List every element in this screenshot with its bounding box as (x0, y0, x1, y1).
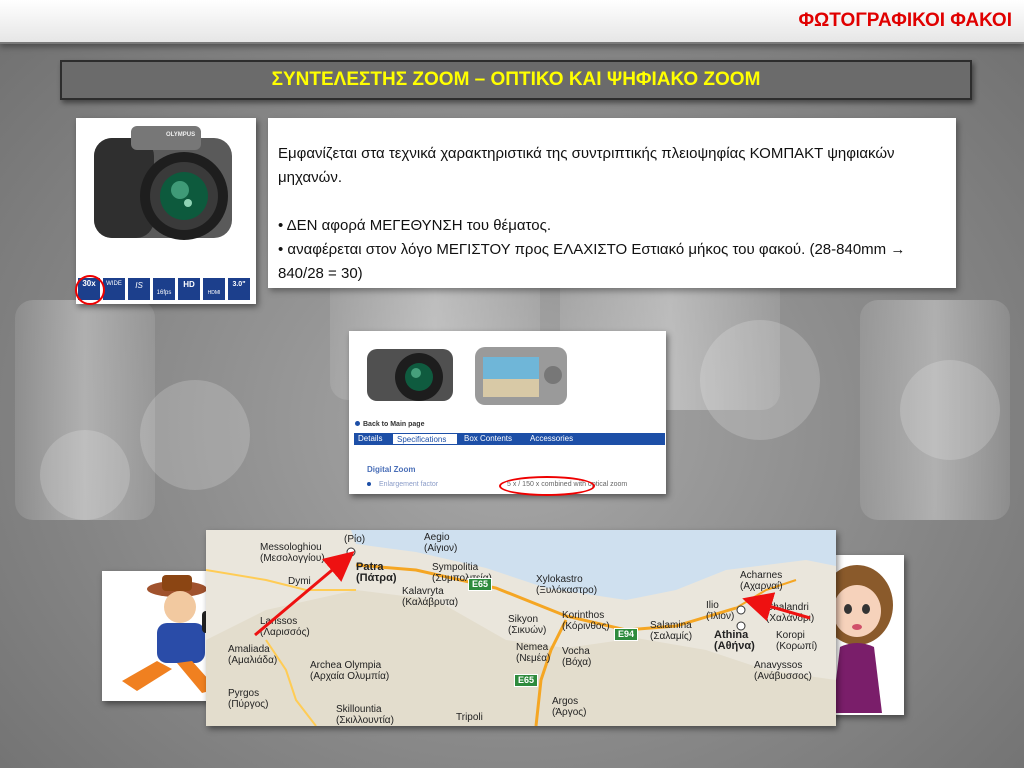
camera-photo: OLYMPUS 30x WIDE IS 16fps HD HDMI 3.0" (75, 118, 256, 305)
map-label-kalavryta: Kalavryta (Καλάβρυτα) (402, 586, 459, 608)
map-label-koropi: Koropi (Κορωπί) (776, 630, 818, 652)
camera-back-illustration (475, 347, 567, 405)
road-shield-e65-south: E65 (514, 674, 539, 687)
bullet-dot-icon (367, 482, 371, 486)
map-label-chalandri: Chalandri (Χαλάνδρι) (766, 602, 815, 624)
map-label-skillountia: Skillountia (Σκιλλουντία) (336, 704, 394, 726)
tab-accessories[interactable]: Accessories (526, 433, 586, 445)
spec-row-label: Enlargement factor (379, 481, 439, 488)
map-label-argos: Argos (Άργος) (552, 696, 587, 718)
map-label-amaliada: Amaliada (Αμαλιάδα) (228, 644, 278, 666)
map-label-nemea: Nemea (Νεμέα) (516, 642, 551, 664)
image-stabilizer-icon: IS (128, 278, 150, 300)
feature-icon-row: 30x WIDE IS 16fps HD HDMI 3.0" (75, 275, 254, 305)
deck-title: ΦΩΤΟΓΡΑΦΙΚΟΙ ΦΑΚΟΙ (798, 10, 1012, 31)
camera-brand: OLYMPUS (166, 132, 196, 138)
value-highlight-ellipse (499, 476, 595, 496)
wide-angle-icon: WIDE (103, 278, 125, 300)
lcd-size-icon: 3.0" (228, 278, 250, 300)
spec-section-title: Digital Zoom (367, 465, 416, 474)
road-shield-e94: E94 (614, 628, 639, 641)
map-label-korinthos: Korinthos (Κόρινθος) (562, 610, 610, 632)
back-to-main-link[interactable]: Back to Main page (355, 421, 424, 428)
hd-movie-icon: HD (178, 278, 200, 300)
bullet-dot-icon (355, 421, 360, 426)
slide-heading: ΣΥΝΤΕΛΕΣΤΗΣ ZOOM – ΟΠΤΙΚΟ ΚΑΙ ΨΗΦΙΑΚΟ ZO… (271, 69, 761, 90)
map-label-archea-olympia: Archea Olympia (Αρχαία Ολυμπία) (310, 660, 390, 682)
tab-details[interactable]: Details (354, 433, 392, 445)
bullet-focal-ratio: • αναφέρεται στον λόγο ΜΕΓΙΣΤΟΥ προς ΕΛΑ… (278, 241, 906, 282)
map-label-aegio: Aegio (Αίγιον) (424, 532, 458, 554)
spec-page-screenshot: Back to Main page Details Specifications… (349, 331, 666, 496)
spec-row: Enlargement factor 5 x / 150 x combined … (367, 476, 662, 496)
map-peloponnese[interactable]: Aegio (Αίγιον) Messologhiou (Μεσολογγίου) … (206, 530, 836, 726)
map-label-pyrgos: Pyrgos (Πύργος) (228, 688, 269, 710)
map-label-athina: Athina (Αθήνα) (714, 629, 755, 652)
map-label-messologhiou: Messologhiou (Μεσολογγίου) (260, 542, 325, 564)
description-text-box: Εμφανίζεται στα τεχνικά χαρακτηριστικά τ… (268, 118, 956, 288)
intro-paragraph: Εμφανίζεται στα τεχνικά χαρακτηριστικά τ… (278, 145, 895, 186)
optical-zoom-icon: 30x (75, 275, 105, 305)
top-bar: ΦΩΤΟΓΡΑΦΙΚΟΙ ΦΑΚΟΙ (0, 0, 1024, 44)
map-label-anavyssos: Anavyssos (Ανάβυσσος) (754, 660, 812, 682)
map-label-acharnes: Acharnes (Αχαρναί) (740, 570, 783, 592)
map-label-ilio: Ilio (Ίλιον) (706, 600, 735, 622)
map-label-patra: Patra (Πάτρα) (356, 561, 397, 584)
spec-tabs: Details Specifications Box Contents Acce… (354, 433, 665, 445)
map-label-tripoli: Tripoli (456, 712, 483, 723)
hdmi-icon: HDMI (203, 278, 225, 300)
map-label-rio: (Ρίο) (344, 534, 366, 545)
tab-box-contents[interactable]: Box Contents (460, 433, 524, 445)
map-label-xylokastro: Xylokastro (Ξυλόκαστρο) (536, 574, 598, 596)
map-label-larissos: Larissos (Λαρισσός) (260, 616, 310, 638)
map-label-vocha: Vocha (Βόχα) (562, 646, 592, 668)
right-arrow-icon: → (890, 241, 906, 258)
optical-zoom-highlight-circle (75, 275, 105, 305)
tab-specifications[interactable]: Specifications (392, 433, 458, 445)
sequential-shooting-icon: 16fps (153, 278, 175, 300)
map-label-salamina: Salamina (Σαλαμίς) (650, 620, 693, 642)
map-label-dymi: Dymi (288, 576, 311, 587)
camera-front-illustration (367, 349, 453, 401)
slide-heading-band: ΣΥΝΤΕΛΕΣΤΗΣ ZOOM – ΟΠΤΙΚΟ ΚΑΙ ΨΗΦΙΑΚΟ ZO… (60, 60, 972, 100)
camera-illustration (94, 126, 232, 240)
bullet-magnification: • ΔΕΝ αφορά ΜΕΓΕΘΥΝΣΗ του θέματος. (278, 217, 552, 234)
road-shield-e65-north: E65 (468, 578, 493, 591)
map-label-sikyon: Sikyon (Σικυών) (508, 614, 547, 636)
